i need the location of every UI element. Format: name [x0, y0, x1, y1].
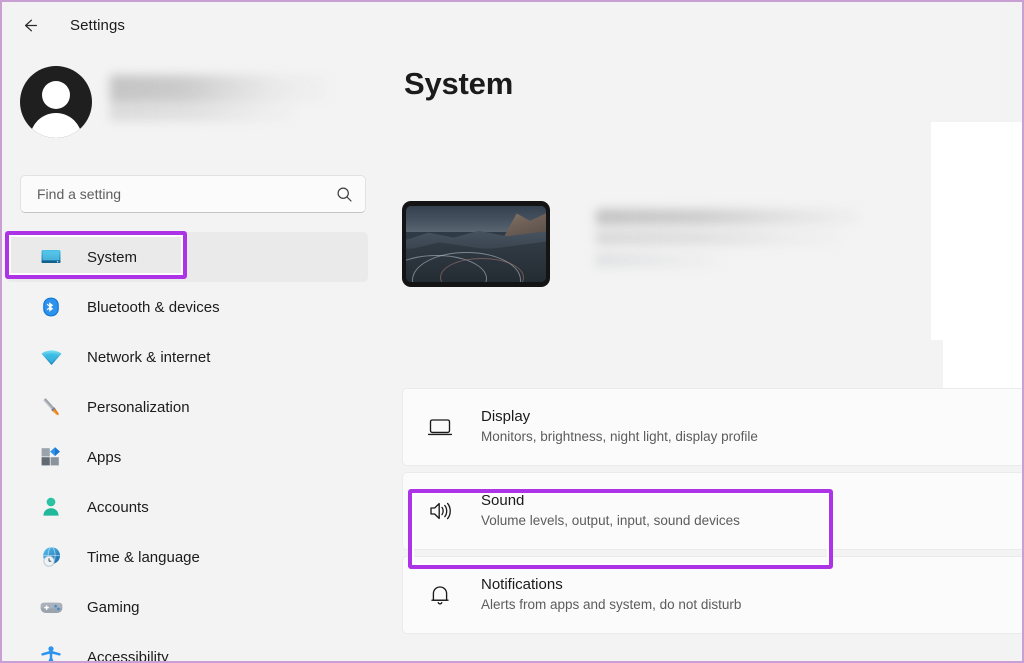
sidebar: System Bluetooth & devices	[2, 48, 400, 663]
setting-row-title: Sound	[481, 491, 740, 511]
setting-row-subtitle: Volume levels, output, input, sound devi…	[481, 512, 740, 531]
sidebar-item-accounts[interactable]: Accounts	[6, 482, 368, 532]
setting-row-text: Display Monitors, brightness, night ligh…	[481, 407, 758, 447]
setting-row-title: Notifications	[481, 575, 741, 595]
title-bar: Settings	[2, 2, 1024, 48]
sidebar-item-system[interactable]: System	[6, 232, 368, 282]
apps-blocks-icon	[38, 444, 64, 470]
sidebar-item-label: Gaming	[87, 599, 140, 616]
sidebar-item-label: Network & internet	[87, 349, 210, 366]
bell-icon	[423, 578, 457, 612]
accessibility-icon	[38, 644, 64, 663]
device-info-redacted	[596, 209, 896, 285]
person-icon	[38, 494, 64, 520]
settings-window: Settings	[0, 0, 1024, 663]
sidebar-item-gaming[interactable]: Gaming	[6, 582, 368, 632]
setting-row-sound[interactable]: Sound Volume levels, output, input, soun…	[402, 472, 1024, 550]
system-monitor-icon	[38, 244, 64, 270]
setting-row-display[interactable]: Display Monitors, brightness, night ligh…	[402, 388, 1024, 466]
wifi-icon	[38, 344, 64, 370]
account-tile[interactable]	[2, 48, 400, 144]
sidebar-item-label: Personalization	[87, 399, 190, 416]
sidebar-item-network-internet[interactable]: Network & internet	[6, 332, 368, 382]
search-box[interactable]	[20, 175, 366, 213]
sidebar-item-apps[interactable]: Apps	[6, 432, 368, 482]
search-input[interactable]	[37, 186, 336, 202]
sidebar-item-bluetooth-devices[interactable]: Bluetooth & devices	[6, 282, 368, 332]
setting-row-title: Display	[481, 407, 758, 427]
sidebar-item-time-language[interactable]: Time & language	[6, 532, 368, 582]
monitor-icon	[423, 410, 457, 444]
selection-indicator	[8, 249, 11, 266]
sidebar-item-accessibility[interactable]: Accessibility	[6, 632, 368, 663]
sidebar-item-label: Time & language	[87, 549, 200, 566]
paintbrush-icon	[38, 394, 64, 420]
globe-clock-icon	[38, 544, 64, 570]
account-name-redacted	[110, 73, 328, 131]
settings-row-list: Display Monitors, brightness, night ligh…	[402, 388, 1024, 640]
page-title: System	[404, 66, 513, 102]
main-content: System	[400, 48, 1024, 663]
sidebar-item-label: Apps	[87, 449, 121, 466]
setting-row-text: Notifications Alerts from apps and syste…	[481, 575, 741, 615]
setting-row-subtitle: Alerts from apps and system, do not dist…	[481, 596, 741, 615]
sidebar-item-label: System	[87, 249, 137, 266]
user-avatar-icon	[20, 66, 92, 138]
bluetooth-icon	[38, 294, 64, 320]
search-container	[20, 175, 366, 213]
sidebar-item-label: Bluetooth & devices	[87, 299, 220, 316]
device-tablet-thumbnail	[402, 201, 550, 287]
back-button[interactable]	[14, 9, 46, 41]
setting-row-text: Sound Volume levels, output, input, soun…	[481, 491, 740, 531]
search-icon[interactable]	[336, 186, 353, 203]
back-arrow-icon	[21, 16, 40, 35]
speaker-icon	[423, 494, 457, 528]
setting-row-subtitle: Monitors, brightness, night light, displ…	[481, 428, 758, 447]
sidebar-item-personalization[interactable]: Personalization	[6, 382, 368, 432]
game-controller-icon	[38, 594, 64, 620]
app-title: Settings	[70, 17, 125, 34]
sidebar-item-label: Accessibility	[87, 649, 169, 663]
device-summary-card	[402, 201, 962, 311]
setting-row-notifications[interactable]: Notifications Alerts from apps and syste…	[402, 556, 1024, 634]
navigation-list: System Bluetooth & devices	[2, 232, 400, 663]
sidebar-item-label: Accounts	[87, 499, 149, 516]
